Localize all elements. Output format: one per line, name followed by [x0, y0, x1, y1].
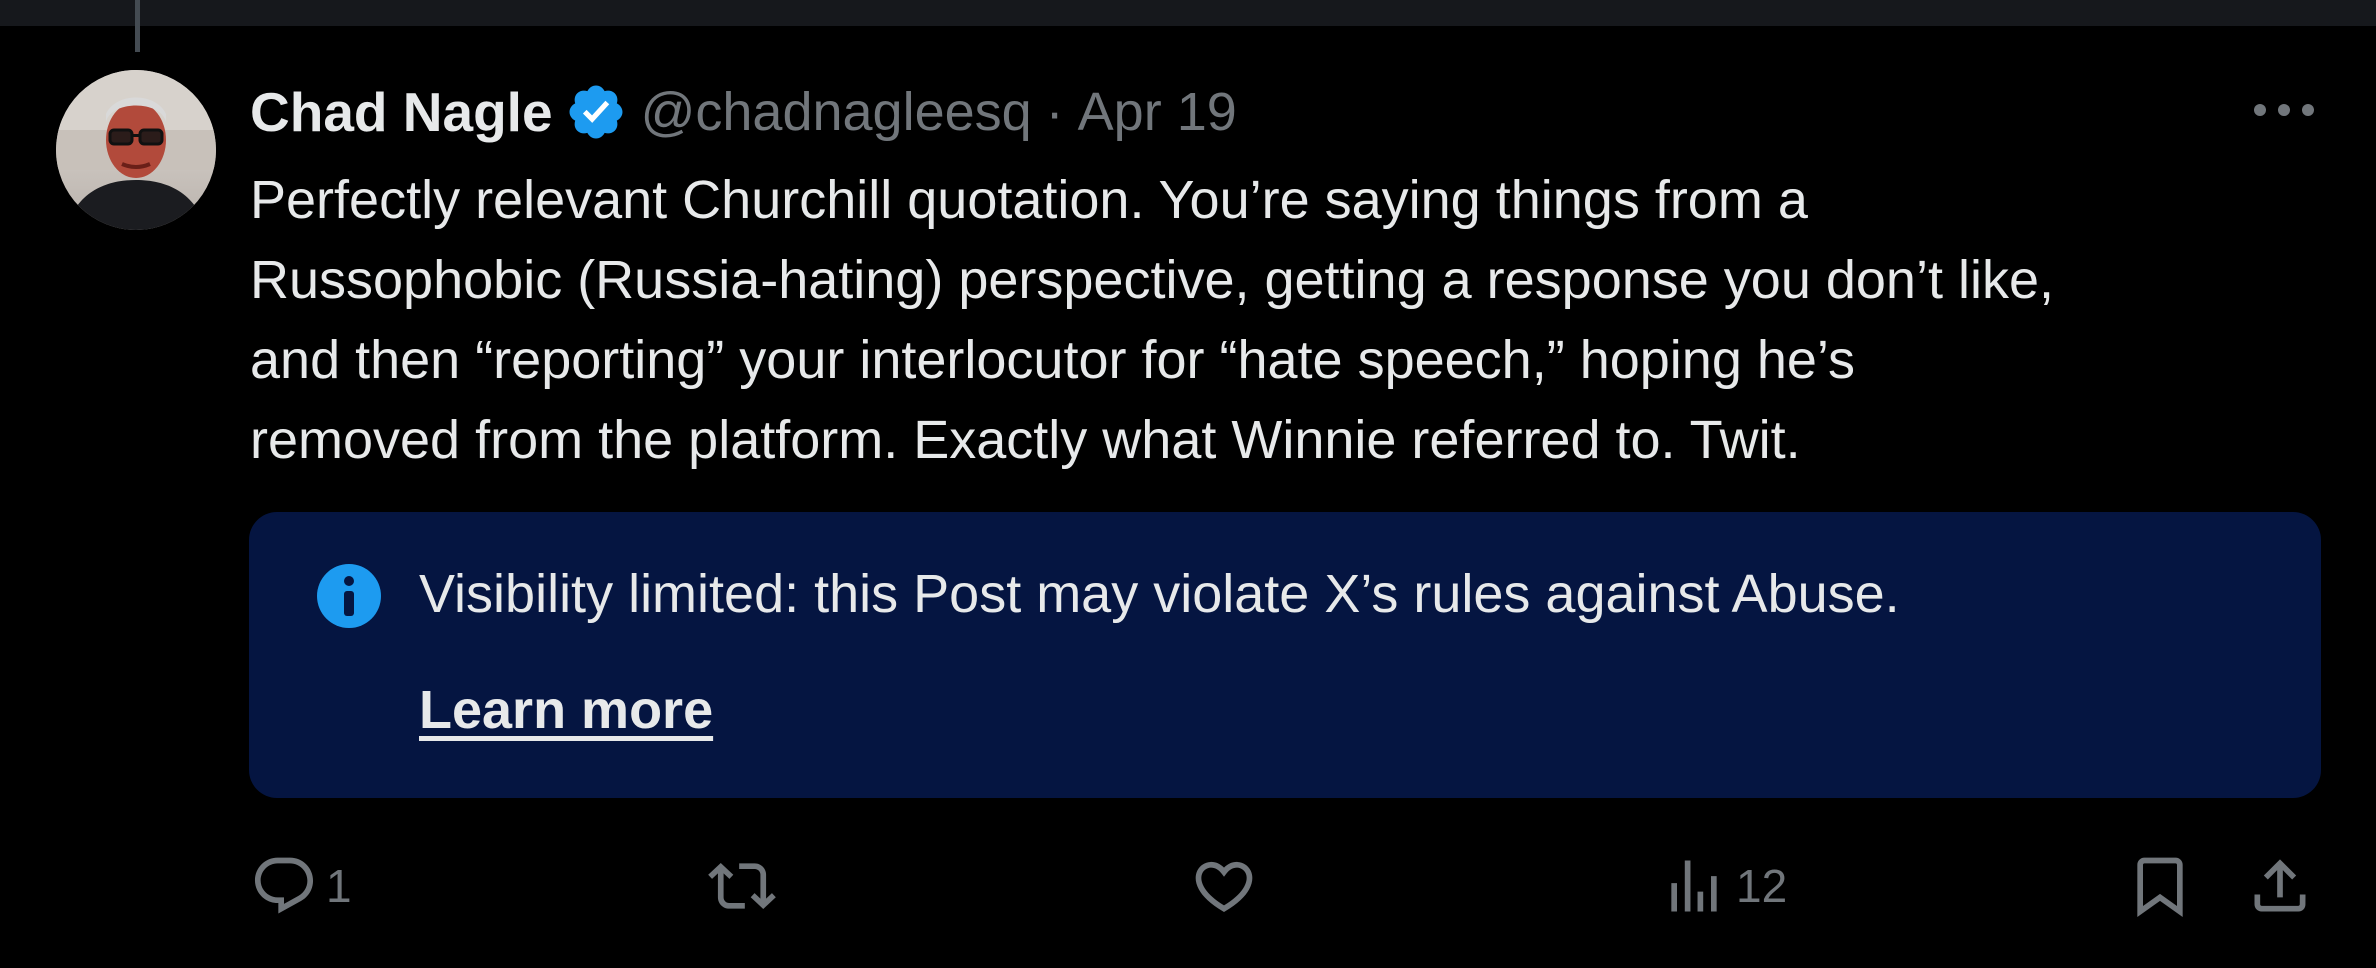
previous-post-strip	[0, 0, 2376, 26]
post-header: Chad Nagle @chadnagleesq · Apr 19	[250, 78, 1237, 146]
views-count: 12	[1736, 860, 1788, 912]
like-icon	[1195, 861, 1253, 912]
notice-text: Visibility limited: this Post may violat…	[419, 564, 1900, 624]
views-icon	[1671, 860, 1717, 912]
repost-button[interactable]	[708, 852, 776, 920]
post-text-line: and then “reporting” your interlocutor f…	[250, 330, 1855, 390]
like-button[interactable]	[1190, 852, 1258, 920]
post-text-line: Perfectly relevant Churchill quotation. …	[250, 170, 1808, 230]
share-button[interactable]	[2246, 852, 2314, 920]
verified-badge-icon[interactable]	[565, 81, 627, 143]
info-icon	[317, 564, 381, 628]
bookmark-button[interactable]	[2126, 852, 2194, 920]
header-separator: ·	[1045, 82, 1064, 142]
bookmark-icon	[2137, 857, 2183, 917]
visibility-limited-notice: Visibility limited: this Post may violat…	[249, 512, 2321, 798]
author-name[interactable]: Chad Nagle	[250, 80, 553, 144]
learn-more-link[interactable]: Learn more	[419, 672, 713, 748]
reply-button[interactable]: 1	[250, 852, 352, 920]
avatar-photo	[56, 70, 216, 230]
reply-icon	[254, 857, 314, 914]
repost-icon	[708, 862, 776, 910]
post-date[interactable]: Apr 19	[1078, 81, 1237, 143]
author-handle[interactable]: @chadnagleesq	[641, 81, 1032, 143]
more-options-icon[interactable]	[2250, 92, 2318, 128]
share-icon	[2254, 859, 2306, 912]
post-text: Perfectly relevant Churchill quotation. …	[250, 160, 2350, 480]
post-text-line: Russophobic (Russia-hating) perspective,…	[250, 250, 2054, 310]
reply-count: 1	[326, 860, 352, 912]
views-button[interactable]: 12	[1660, 852, 1787, 920]
post-text-line: removed from the platform. Exactly what …	[250, 410, 1801, 470]
avatar[interactable]	[56, 70, 216, 230]
thread-connector-line	[135, 0, 140, 52]
